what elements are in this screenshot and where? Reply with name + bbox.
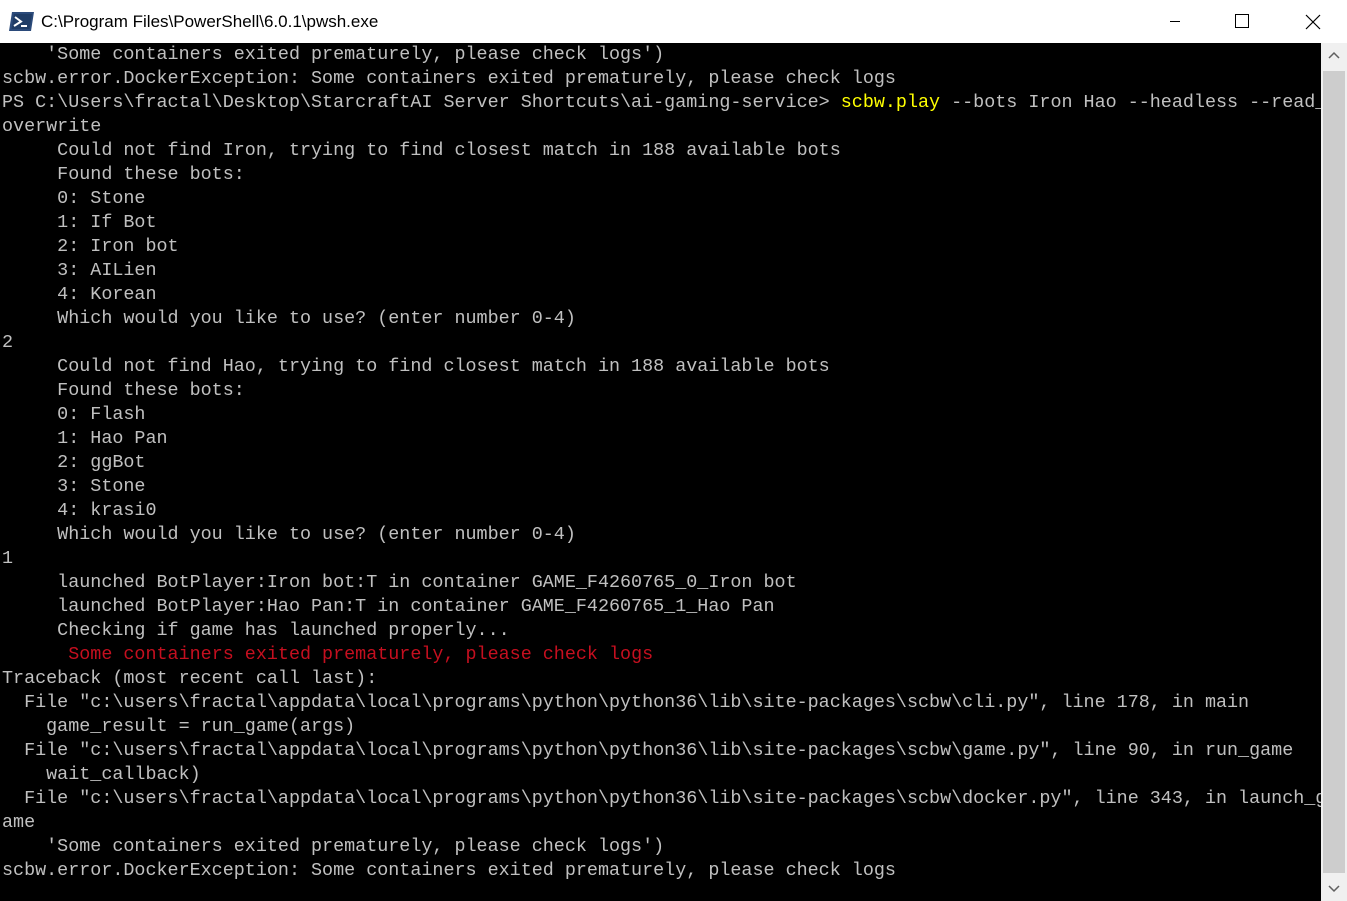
console-text: File "c:\users\fractal\appdata\local\pro… <box>2 692 1250 713</box>
console-line: 4: Korean <box>2 283 1321 307</box>
console-line: File "c:\users\fractal\appdata\local\pro… <box>2 739 1321 763</box>
console-line: 4: krasi0 <box>2 499 1321 523</box>
minimize-icon <box>1170 21 1180 22</box>
scroll-thumb[interactable] <box>1323 71 1345 873</box>
console-text: launched BotPlayer:Iron bot:T in contain… <box>2 572 797 593</box>
console-text: 1: If Bot <box>2 212 157 233</box>
console-text: 4: krasi0 <box>2 500 157 521</box>
console-output[interactable]: 'Some containers exited prematurely, ple… <box>0 43 1321 901</box>
console-line: launched BotPlayer:Hao Pan:T in containe… <box>2 595 1321 619</box>
console-line: ame <box>2 811 1321 835</box>
console-line: Found these bots: <box>2 163 1321 187</box>
chevron-down-icon <box>1328 885 1340 893</box>
console-text: 'Some containers exited prematurely, ple… <box>2 836 665 857</box>
console-text: ame <box>2 812 36 833</box>
console-line: launched BotPlayer:Iron bot:T in contain… <box>2 571 1321 595</box>
console-text: 2 <box>2 332 14 353</box>
maximize-button[interactable] <box>1219 0 1265 43</box>
powershell-window: C:\Program Files\PowerShell\6.0.1\pwsh.e… <box>0 0 1347 901</box>
console-line: 2 <box>2 331 1321 355</box>
close-icon <box>1305 14 1321 30</box>
console-text: Traceback (most recent call last): <box>2 668 378 689</box>
console-line: 'Some containers exited prematurely, ple… <box>2 835 1321 859</box>
console-text: 0: Stone <box>2 188 146 209</box>
console-line: wait_callback) <box>2 763 1321 787</box>
console-text: --bots Iron Hao --headless --read_ <box>940 92 1321 113</box>
console-line: Checking if game has launched properly..… <box>2 619 1321 643</box>
console-text: 0: Flash <box>2 404 146 425</box>
console-line: PS C:\Users\fractal\Desktop\StarcraftAI … <box>2 91 1321 115</box>
title-bar[interactable]: C:\Program Files\PowerShell\6.0.1\pwsh.e… <box>0 0 1347 43</box>
console-text: Checking if game has launched properly..… <box>2 620 510 641</box>
console-line: 2: Iron bot <box>2 235 1321 259</box>
console-line: Traceback (most recent call last): <box>2 667 1321 691</box>
console-text: Could not find Hao, trying to find close… <box>2 356 830 377</box>
console-text: 1: Hao Pan <box>2 428 168 449</box>
console-line: 'Some containers exited prematurely, ple… <box>2 43 1321 67</box>
console-line: 3: Stone <box>2 475 1321 499</box>
console-line: 0: Flash <box>2 403 1321 427</box>
console-text: Which would you like to use? (enter numb… <box>2 308 576 329</box>
console-line: Found these bots: <box>2 379 1321 403</box>
console-line: Which would you like to use? (enter numb… <box>2 523 1321 547</box>
console-line: 2: ggBot <box>2 451 1321 475</box>
console-line: File "c:\users\fractal\appdata\local\pro… <box>2 691 1321 715</box>
console-text: Found these bots: <box>2 380 245 401</box>
console-line: game_result = run_game(args) <box>2 715 1321 739</box>
console-text: launched BotPlayer:Hao Pan:T in containe… <box>2 596 775 617</box>
console-text: Which would you like to use? (enter numb… <box>2 524 576 545</box>
chevron-up-icon <box>1328 51 1340 59</box>
error-text: Some containers exited prematurely, plea… <box>68 644 654 665</box>
vertical-scrollbar[interactable] <box>1321 43 1347 901</box>
window-title: C:\Program Files\PowerShell\6.0.1\pwsh.e… <box>41 12 379 31</box>
console-text: scbw.error.DockerException: Some contain… <box>2 68 896 89</box>
minimize-button[interactable] <box>1152 0 1198 43</box>
console-text: 2: Iron bot <box>2 236 179 257</box>
console-text: overwrite <box>2 116 102 137</box>
console-line: 1: If Bot <box>2 211 1321 235</box>
console-text: File "c:\users\fractal\appdata\local\pro… <box>2 788 1321 809</box>
console-line: Could not find Iron, trying to find clos… <box>2 139 1321 163</box>
console-line: scbw.error.DockerException: Some contain… <box>2 859 1321 883</box>
scroll-down-button[interactable] <box>1321 875 1347 901</box>
console-line: Which would you like to use? (enter numb… <box>2 307 1321 331</box>
console-text: wait_callback) <box>2 764 201 785</box>
console-text: scbw.error.DockerException: Some contain… <box>2 860 896 881</box>
console-line: Could not find Hao, trying to find close… <box>2 355 1321 379</box>
powershell-icon <box>9 11 35 32</box>
console-text: File "c:\users\fractal\appdata\local\pro… <box>2 740 1294 761</box>
scroll-up-button[interactable] <box>1321 43 1347 69</box>
close-button[interactable] <box>1289 0 1335 43</box>
console-text: 3: AILien <box>2 260 157 281</box>
console-line: overwrite <box>2 115 1321 139</box>
command-text: scbw.play <box>840 92 941 113</box>
console-line: 1: Hao Pan <box>2 427 1321 451</box>
console-text: 2: ggBot <box>2 452 146 473</box>
console-lines: 'Some containers exited prematurely, ple… <box>2 43 1321 883</box>
console-text: 1 <box>2 548 14 569</box>
console-line: scbw.error.DockerException: Some contain… <box>2 67 1321 91</box>
console-text: game_result = run_game(args) <box>2 716 356 737</box>
console-text: PS C:\Users\fractal\Desktop\StarcraftAI … <box>2 92 841 113</box>
console-text: 4: Korean <box>2 284 157 305</box>
console-line: Some containers exited prematurely, plea… <box>2 643 1321 667</box>
console-text: Could not find Iron, trying to find clos… <box>2 140 841 161</box>
console-line: 0: Stone <box>2 187 1321 211</box>
console-text: 3: Stone <box>2 476 146 497</box>
maximize-icon <box>1235 14 1249 28</box>
console-text: Found these bots: <box>2 164 245 185</box>
console-line: File "c:\users\fractal\appdata\local\pro… <box>2 787 1321 811</box>
console-text: 'Some containers exited prematurely, ple… <box>2 44 665 65</box>
console-line: 1 <box>2 547 1321 571</box>
console-line: 3: AILien <box>2 259 1321 283</box>
